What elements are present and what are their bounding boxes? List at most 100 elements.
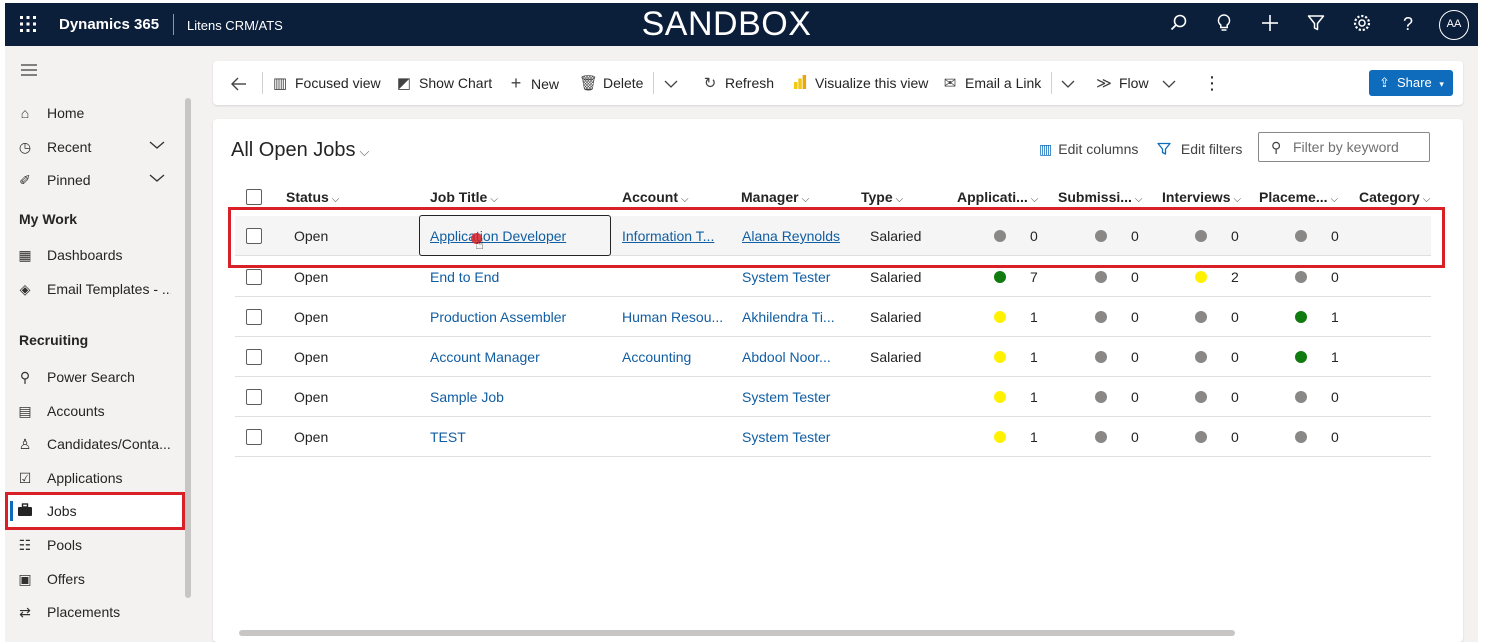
user-avatar[interactable]: AA <box>1439 10 1469 40</box>
overflow-menu-icon[interactable]: ⋮ <box>1203 61 1221 105</box>
submissions-count: 0 <box>1131 389 1139 405</box>
email-link-button[interactable]: ✉ Email a Link <box>941 61 1042 105</box>
button-label: Show Chart <box>419 75 493 91</box>
plus-icon[interactable] <box>1259 13 1281 35</box>
button-label: Flow <box>1119 75 1149 91</box>
submissions-status-dot <box>1095 431 1107 443</box>
column-header-submissions[interactable]: Submissi... ⌵ <box>1058 189 1143 205</box>
table-row[interactable]: Open Production Assembler Human Resou... Ak… <box>235 297 1431 337</box>
email-link-dropdown[interactable] <box>1061 61 1075 105</box>
header-label: Manager <box>741 189 799 205</box>
sidebar-item-accounts[interactable]: ▤ Accounts <box>5 395 185 427</box>
column-header-manager[interactable]: Manager ⌵ <box>741 189 809 205</box>
chevron-down-icon: ▾ <box>1439 79 1444 89</box>
chevron-down-icon[interactable] <box>149 172 165 186</box>
job-title-link[interactable]: Production Assembler <box>430 297 605 337</box>
column-header-job-title[interactable]: Job Title ⌵ <box>430 189 498 205</box>
view-selector[interactable]: All Open Jobs ⌵ <box>231 139 369 162</box>
interviews-status-dot <box>1195 351 1207 363</box>
column-header-applications[interactable]: Applicati... ⌵ <box>957 189 1038 205</box>
back-button[interactable] <box>231 61 247 105</box>
job-title-link[interactable]: Account Manager <box>430 337 605 377</box>
share-button[interactable]: ⇪ Share ▾ <box>1369 70 1453 96</box>
type-cell: Salaried <box>870 309 922 325</box>
lightbulb-icon[interactable] <box>1213 13 1235 35</box>
hamburger-menu-icon[interactable] <box>21 64 37 76</box>
manager-link[interactable]: Abdool Noor... <box>742 337 842 377</box>
show-chart-button[interactable]: ◩ Show Chart <box>395 61 492 105</box>
row-checkbox[interactable] <box>246 429 262 445</box>
header-label: Category <box>1359 189 1420 205</box>
delete-button[interactable]: 🗑 Delete <box>579 61 643 105</box>
job-title-link[interactable]: TEST <box>430 417 605 457</box>
column-header-account[interactable]: Account ⌵ <box>622 189 689 205</box>
sidebar-item-pools[interactable]: ☷ Pools <box>5 529 185 561</box>
sidebar-scrollbar[interactable] <box>185 98 191 598</box>
sidebar-item-jobs[interactable]: Jobs <box>5 492 185 530</box>
sidebar-item-dashboards[interactable]: ▦ Dashboards <box>5 239 185 271</box>
sidebar-item-applications[interactable]: ☑ Applications <box>5 462 185 494</box>
row-checkbox[interactable] <box>246 349 262 365</box>
visualize-view-button[interactable]: Visualize this view <box>791 61 928 105</box>
help-icon[interactable]: ? <box>1397 13 1419 35</box>
interviews-status-dot <box>1195 271 1207 283</box>
section-title-my-work: My Work <box>19 211 78 227</box>
select-all-checkbox[interactable] <box>246 189 262 205</box>
applications-status-dot <box>994 391 1006 403</box>
account-link[interactable] <box>622 417 722 457</box>
horizontal-scrollbar[interactable] <box>239 630 1235 636</box>
table-row[interactable]: Open TEST System Tester 1 0 0 0 <box>235 417 1431 457</box>
column-header-type[interactable]: Type ⌵ <box>861 189 903 205</box>
sidebar-item-placements[interactable]: ⇄ Placements <box>5 596 185 628</box>
new-button[interactable]: + New <box>507 61 559 105</box>
placements-status-dot <box>1295 391 1307 403</box>
filter-icon[interactable] <box>1305 13 1327 35</box>
more-commands-dropdown[interactable] <box>664 61 678 105</box>
header-label: Applicati... <box>957 189 1028 205</box>
edit-filters-button[interactable]: Edit filters <box>1157 141 1242 157</box>
account-link[interactable]: Accounting <box>622 337 722 377</box>
placements-count: 1 <box>1331 309 1339 325</box>
table-row[interactable]: Open Account Manager Accounting Abdool Noor… <box>235 337 1431 377</box>
interviews-status-dot <box>1195 431 1207 443</box>
focused-view-button[interactable]: ▥ Focused view <box>271 61 381 105</box>
refresh-button[interactable]: ↻ Refresh <box>701 61 774 105</box>
applications-count: 1 <box>1030 389 1038 405</box>
manager-link[interactable]: System Tester <box>742 377 842 417</box>
sidebar-item-label: Email Templates - ... <box>47 281 171 297</box>
account-link[interactable] <box>622 377 722 417</box>
refresh-icon: ↻ <box>703 75 717 92</box>
sidebar-item-offers[interactable]: ▣ Offers <box>5 563 185 595</box>
sidebar-item-pinned[interactable]: ✐ Pinned <box>5 164 185 196</box>
settings-gear-icon[interactable] <box>1351 13 1373 35</box>
column-header-placements[interactable]: Placeme... ⌵ <box>1259 189 1338 205</box>
chevron-down-icon: ⌵ <box>895 194 904 205</box>
row-checkbox[interactable] <box>246 309 262 325</box>
sidebar-item-power-search[interactable]: ⚲ Power Search <box>5 361 185 393</box>
job-title-link[interactable]: Sample Job <box>430 377 605 417</box>
sidebar-item-recent[interactable]: ◷ Recent <box>5 131 185 163</box>
chevron-down-icon[interactable] <box>149 139 165 153</box>
button-label: Edit columns <box>1058 141 1139 157</box>
sidebar-item-home[interactable]: ⌂ Home <box>5 97 185 129</box>
column-header-category[interactable]: Category ⌵ <box>1359 189 1430 205</box>
applications-status-dot <box>994 271 1006 283</box>
column-header-status[interactable]: Status ⌵ <box>286 189 339 205</box>
interviews-status-dot <box>1195 311 1207 323</box>
type-cell: Salaried <box>870 349 922 365</box>
table-row[interactable]: Open Sample Job System Tester 1 0 0 0 <box>235 377 1431 417</box>
placements-count: 0 <box>1331 389 1339 405</box>
sidebar-item-label: Dashboards <box>47 247 123 263</box>
row-checkbox[interactable] <box>246 389 262 405</box>
flow-button[interactable]: ≫ Flow <box>1095 61 1176 105</box>
filter-keyword-input[interactable]: ⚲ Filter by keyword <box>1258 132 1430 162</box>
column-header-interviews[interactable]: Interviews ⌵ <box>1162 189 1241 205</box>
manager-link[interactable]: Akhilendra Ti... <box>742 297 842 337</box>
account-link[interactable]: Human Resou... <box>622 297 722 337</box>
row-checkbox[interactable] <box>246 269 262 285</box>
edit-columns-button[interactable]: ▥ Edit columns <box>1039 141 1138 158</box>
sidebar-item-email-templates[interactable]: ◈ Email Templates - ... <box>5 273 185 305</box>
search-icon[interactable] <box>1168 13 1190 35</box>
sidebar-item-candidates[interactable]: ♙ Candidates/Conta... <box>5 428 185 460</box>
manager-link[interactable]: System Tester <box>742 417 842 457</box>
